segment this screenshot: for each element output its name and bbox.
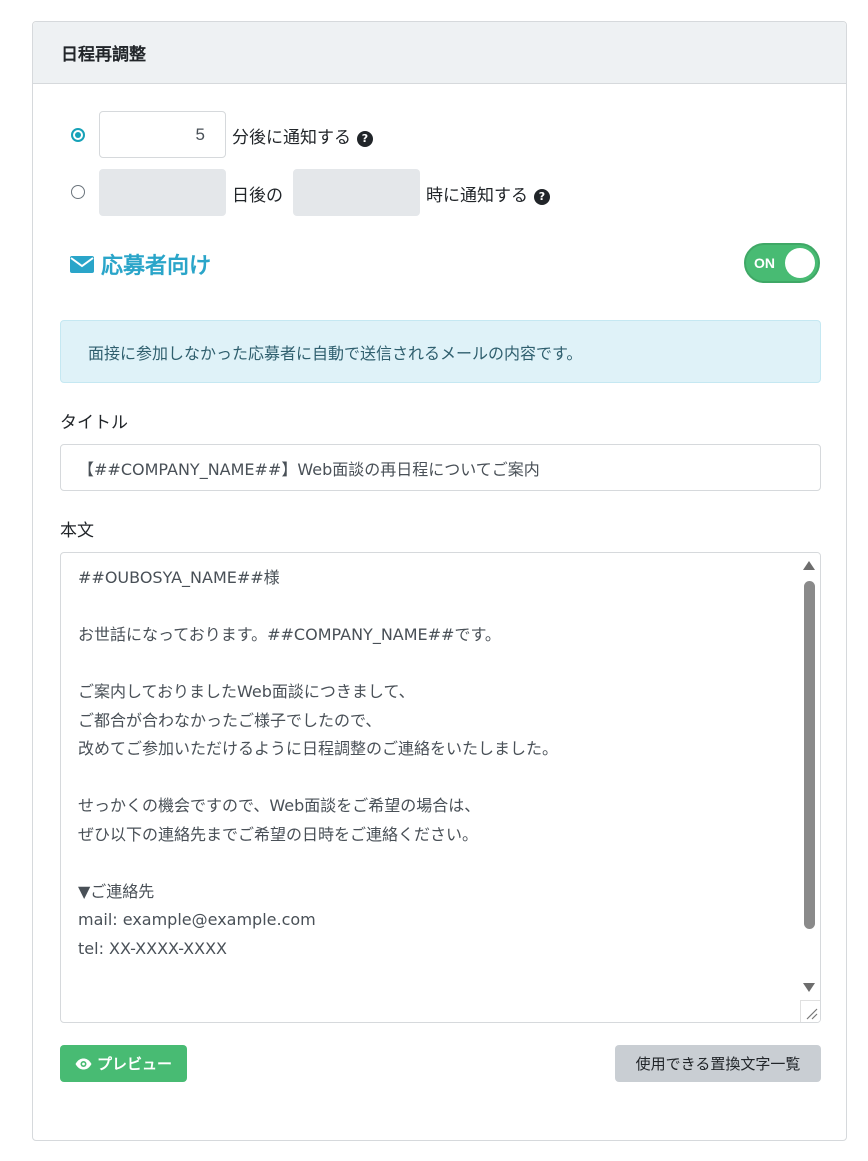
title-input-value: 【##COMPANY_NAME##】Web面談の再日程についてご案内 xyxy=(78,459,540,479)
envelope-icon xyxy=(70,256,94,273)
question-circle-icon[interactable]: ? xyxy=(534,189,550,205)
preview-button[interactable]: プレビュー xyxy=(60,1045,187,1082)
hour-input[interactable] xyxy=(293,169,420,216)
scroll-up-arrow-icon[interactable] xyxy=(803,561,815,570)
toggle-knob xyxy=(785,248,815,278)
body-field-label: 本文 xyxy=(60,521,94,541)
radio-days[interactable] xyxy=(71,185,85,199)
title-input[interactable]: 【##COMPANY_NAME##】Web面談の再日程についてご案内 xyxy=(60,444,821,491)
question-circle-icon[interactable]: ? xyxy=(357,131,373,147)
card-title: 日程再調整 xyxy=(61,45,146,65)
minutes-suffix-row: 分後に通知する? xyxy=(232,123,373,148)
placeholders-button-label: 使用できる置換文字一覧 xyxy=(635,1055,801,1073)
hour-suffix-row: 時に通知する? xyxy=(426,181,550,206)
radio-minutes[interactable] xyxy=(71,128,85,142)
minutes-suffix-label: 分後に通知する xyxy=(232,128,351,148)
scroll-down-arrow-icon[interactable] xyxy=(803,983,815,992)
body-textarea-content: ##OUBOSYA_NAME##様 お世話になっております。##COMPANY_… xyxy=(78,568,559,958)
info-alert: 面接に参加しなかった応募者に自動で送信されるメールの内容です。 xyxy=(60,320,821,383)
days-input[interactable] xyxy=(99,169,226,216)
textarea-scrollbar[interactable] xyxy=(800,553,820,1022)
minutes-input[interactable] xyxy=(99,111,226,158)
title-field-label: タイトル xyxy=(60,413,128,433)
applicant-title-text: 応募者向け xyxy=(101,254,212,279)
scroll-thumb[interactable] xyxy=(804,581,815,929)
applicant-toggle[interactable]: ON xyxy=(744,243,820,283)
body-textarea[interactable]: ##OUBOSYA_NAME##様 お世話になっております。##COMPANY_… xyxy=(60,552,821,1023)
days-middle-label: 日後の xyxy=(232,186,283,206)
resize-handle-icon[interactable] xyxy=(800,1000,820,1022)
info-alert-text: 面接に参加しなかった応募者に自動で送信されるメールの内容です。 xyxy=(88,343,583,363)
hour-suffix-label: 時に通知する xyxy=(426,186,528,206)
toggle-on-label: ON xyxy=(754,255,775,271)
card-header: 日程再調整 xyxy=(33,22,846,84)
preview-button-label: プレビュー xyxy=(96,1055,172,1073)
applicant-section-title: 応募者向け xyxy=(70,248,211,280)
eye-icon xyxy=(75,1058,92,1069)
placeholders-list-button[interactable]: 使用できる置換文字一覧 xyxy=(615,1045,821,1082)
